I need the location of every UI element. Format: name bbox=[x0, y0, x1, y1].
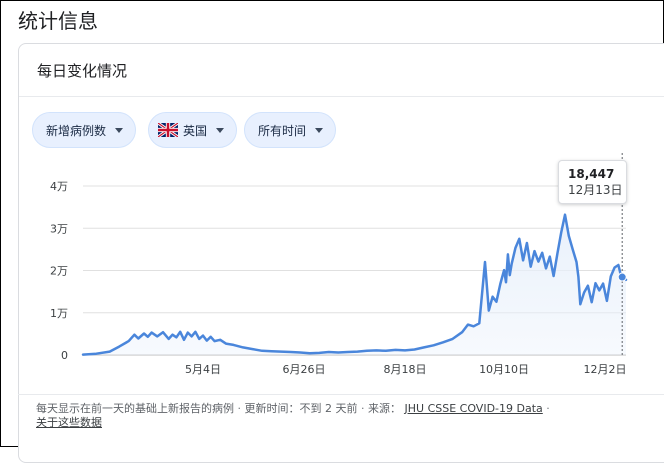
time-range-filter-label: 所有时间 bbox=[258, 123, 307, 138]
x-tick-label: 5月4日 bbox=[185, 363, 221, 376]
x-tick-label: 8月18日 bbox=[383, 363, 426, 376]
source-link[interactable]: JHU CSSE COVID-19 Data bbox=[405, 402, 543, 415]
footer-updated: 更新时间：不到 2 天前 bbox=[244, 402, 358, 415]
footer-divider bbox=[18, 394, 664, 395]
footer-source-label: 来源： bbox=[368, 402, 401, 415]
separator-dot: · bbox=[237, 402, 242, 415]
footer-description: 每天显示在前一天的基础上新报告的病例 bbox=[36, 402, 234, 415]
region-filter-chip[interactable]: 英国 bbox=[148, 112, 238, 148]
y-tick-label: 4万 bbox=[50, 180, 68, 193]
y-tick-label: 0 bbox=[61, 349, 68, 362]
hover-point bbox=[617, 272, 627, 282]
y-tick-label: 2万 bbox=[50, 265, 68, 278]
chart-tooltip: 18,447 12月13日 bbox=[558, 160, 627, 204]
x-tick-label: 12月2日 bbox=[584, 363, 627, 376]
card-divider bbox=[19, 96, 664, 97]
x-tick-label: 6月26日 bbox=[283, 363, 326, 376]
tooltip-date: 12月13日 bbox=[568, 183, 623, 197]
chevron-down-icon bbox=[216, 127, 225, 133]
x-tick-label: 10月10日 bbox=[479, 363, 529, 376]
about-data-link[interactable]: 关于这些数据 bbox=[36, 416, 102, 429]
y-tick-label: 3万 bbox=[50, 222, 68, 235]
tooltip-value: 18,447 bbox=[568, 167, 615, 181]
metric-filter-chip[interactable]: 新增病例数 bbox=[32, 112, 137, 148]
metric-filter-label: 新增病例数 bbox=[46, 123, 107, 138]
card-title: 每日变化情况 bbox=[37, 62, 128, 80]
page-title: 统计信息 bbox=[18, 9, 98, 33]
chart-footer: 每天显示在前一天的基础上新报告的病例 · 更新时间：不到 2 天前 · 来源： … bbox=[36, 402, 636, 430]
uk-flag-icon bbox=[158, 123, 178, 137]
chevron-down-icon bbox=[315, 127, 324, 133]
y-tick-label: 1万 bbox=[50, 307, 68, 320]
separator-dot: · bbox=[546, 402, 550, 415]
time-range-filter-chip[interactable]: 所有时间 bbox=[244, 112, 337, 148]
chevron-down-icon bbox=[115, 127, 124, 133]
region-filter-label: 英国 bbox=[183, 123, 208, 138]
separator-dot: · bbox=[361, 402, 365, 415]
